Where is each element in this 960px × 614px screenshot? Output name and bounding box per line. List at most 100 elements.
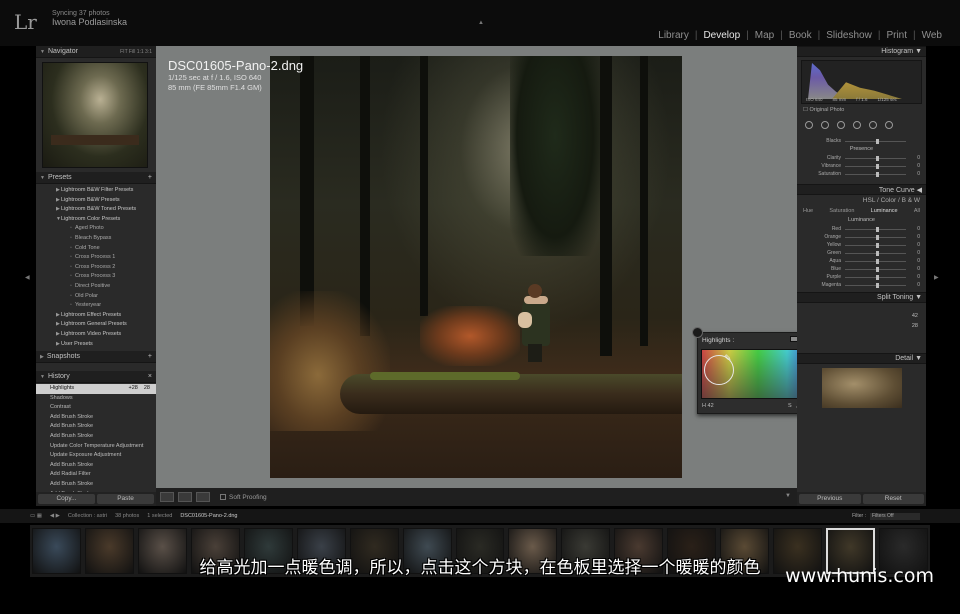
history-item[interactable]: Contrast — [36, 403, 156, 413]
module-slideshow[interactable]: Slideshow — [822, 30, 876, 41]
crop-tool-icon[interactable] — [805, 121, 813, 129]
slider-value[interactable]: 0 — [906, 226, 920, 232]
main-photo[interactable] — [270, 56, 682, 478]
slider-value[interactable]: 0 — [906, 163, 920, 169]
slider-value[interactable]: 0 — [906, 258, 920, 264]
spot-removal-icon[interactable] — [821, 121, 829, 129]
navigator-zoom-options[interactable]: FIT Fill 1:1 3:1 — [120, 49, 152, 55]
slider-value[interactable]: 0 — [906, 234, 920, 240]
preset-item[interactable]: ▫ Cross Process 2 — [36, 263, 156, 273]
slider-track[interactable] — [845, 138, 906, 144]
paste-button[interactable]: Paste — [97, 494, 154, 504]
slider-value[interactable]: 0 — [906, 242, 920, 248]
hsl-tab-all[interactable]: All — [914, 208, 920, 214]
graduated-filter-icon[interactable] — [853, 121, 861, 129]
preset-item[interactable]: ▫ Yesteryear — [36, 301, 156, 311]
history-item[interactable]: Highlights +28 28 — [36, 384, 156, 394]
slider-track[interactable] — [845, 258, 906, 264]
module-web[interactable]: Web — [918, 30, 946, 41]
toolbar-menu-icon[interactable]: ▼ — [785, 493, 791, 499]
slider-value[interactable]: 0 — [906, 282, 920, 288]
detail-header[interactable]: Detail ▼ — [797, 353, 926, 364]
slider-track[interactable] — [845, 250, 906, 256]
preset-item[interactable]: ▫ Cold Tone — [36, 244, 156, 254]
right-panel-toggle-icon[interactable]: ▶ — [934, 274, 939, 281]
module-develop[interactable]: Develop — [699, 30, 744, 41]
slider-value[interactable]: 0 — [906, 274, 920, 280]
detail-preview[interactable] — [821, 368, 902, 408]
history-item[interactable]: Add Brush Stroke — [36, 461, 156, 471]
red-eye-icon[interactable] — [837, 121, 845, 129]
slider-track[interactable] — [845, 155, 906, 161]
history-header[interactable]: ▼ History × — [36, 371, 156, 384]
history-item[interactable]: Shadows — [36, 394, 156, 404]
navigator-preview[interactable] — [42, 62, 148, 168]
preset-folder[interactable]: ▶Lightroom General Presets — [36, 320, 156, 330]
hsl-header[interactable]: HSL / Color / B & W — [797, 195, 926, 206]
preset-folder[interactable]: ▶Lightroom B&W Toned Presets — [36, 205, 156, 215]
preset-folder[interactable]: ▶Lightroom Video Presets — [36, 330, 156, 340]
presets-header[interactable]: ▼ Presets + — [36, 172, 156, 184]
radial-filter-icon[interactable] — [869, 121, 877, 129]
copy-button[interactable]: Copy... — [38, 494, 95, 504]
module-map[interactable]: Map — [751, 30, 778, 41]
brush-tool-icon[interactable] — [885, 121, 893, 129]
preset-folder[interactable]: ▶Lightroom B&W Filter Presets — [36, 186, 156, 196]
snapshots-header[interactable]: ▶ Snapshots + — [36, 351, 156, 364]
add-snapshot-icon[interactable]: + — [148, 353, 152, 360]
preset-folder[interactable]: ▼Lightroom Color Presets — [36, 215, 156, 225]
history-item[interactable]: Add Brush Stroke — [36, 422, 156, 432]
preset-item[interactable]: ▫ Bleach Bypass — [36, 234, 156, 244]
split-toning-header[interactable]: Split Toning ▼ — [797, 292, 926, 303]
collection-name[interactable]: Collection : astri — [68, 513, 107, 519]
filmstrip-view-icon[interactable]: ▭ ▦ — [30, 513, 42, 519]
module-library[interactable]: Library — [654, 30, 693, 41]
histogram[interactable]: ISO 640 85 mm f / 1.6 1/125 sec — [801, 60, 922, 104]
module-print[interactable]: Print — [882, 30, 911, 41]
hsl-tab-hue[interactable]: Hue — [803, 208, 813, 214]
soft-proofing-toggle[interactable]: Soft Proofing — [220, 493, 267, 501]
preset-item[interactable]: ▫ Old Polar — [36, 292, 156, 302]
original-photo-checkbox[interactable]: ☐ Original Photo — [797, 107, 926, 113]
top-panel-toggle-icon[interactable]: ▲ — [478, 20, 484, 26]
history-item[interactable]: Update Color Temperature Adjustment — [36, 442, 156, 452]
slider-track[interactable] — [845, 171, 906, 177]
slider-track[interactable] — [845, 282, 906, 288]
slider-track[interactable] — [845, 242, 906, 248]
photo-canvas[interactable]: DSC01605-Pano-2.dng 1/125 sec at f / 1.6… — [156, 46, 875, 488]
slider-track[interactable] — [845, 163, 906, 169]
previous-button[interactable]: Previous — [799, 494, 861, 504]
filmstrip-nav-icon[interactable]: ◀ ▶ — [50, 513, 60, 519]
history-item[interactable]: Add Brush Stroke — [36, 413, 156, 423]
preset-item[interactable]: ▫ Direct Positive — [36, 282, 156, 292]
slider-track[interactable] — [845, 274, 906, 280]
hsl-tab-luminance[interactable]: Luminance — [871, 208, 898, 214]
loupe-view-button[interactable] — [160, 492, 174, 502]
slider-track[interactable] — [845, 234, 906, 240]
module-book[interactable]: Book — [785, 30, 816, 41]
slider-value[interactable]: 0 — [906, 171, 920, 177]
navigator-header[interactable]: ▼ Navigator FIT Fill 1:1 3:1 — [36, 46, 156, 58]
clear-history-icon[interactable]: × — [148, 373, 152, 380]
preset-item[interactable]: ▫ Cross Process 1 — [36, 253, 156, 263]
slider-track[interactable] — [845, 266, 906, 272]
reset-button[interactable]: Reset — [862, 494, 924, 504]
slider-value[interactable]: 0 — [906, 250, 920, 256]
before-after-button[interactable] — [178, 492, 192, 502]
preset-item[interactable]: ▫ Cross Process 3 — [36, 272, 156, 282]
slider-track[interactable] — [845, 226, 906, 232]
preset-folder[interactable]: ▶User Presets — [36, 340, 156, 350]
before-after-swap-button[interactable] — [196, 492, 210, 502]
history-item[interactable]: Add Brush Stroke — [36, 432, 156, 442]
left-panel-toggle-icon[interactable]: ◀ — [25, 274, 30, 281]
history-item[interactable]: Add Radial Filter — [36, 470, 156, 480]
preset-folder[interactable]: ▶Lightroom B&W Presets — [36, 196, 156, 206]
add-preset-icon[interactable]: + — [148, 174, 152, 181]
slider-value[interactable]: 0 — [906, 155, 920, 161]
histogram-header[interactable]: Histogram ▼ — [797, 46, 926, 57]
slider-value[interactable]: 0 — [906, 266, 920, 272]
tone-curve-header[interactable]: Tone Curve ◀ — [797, 184, 926, 195]
preset-folder[interactable]: ▶Lightroom Effect Presets — [36, 311, 156, 321]
history-item[interactable]: Add Brush Stroke — [36, 480, 156, 490]
preset-item[interactable]: ▫ Aged Photo — [36, 224, 156, 234]
